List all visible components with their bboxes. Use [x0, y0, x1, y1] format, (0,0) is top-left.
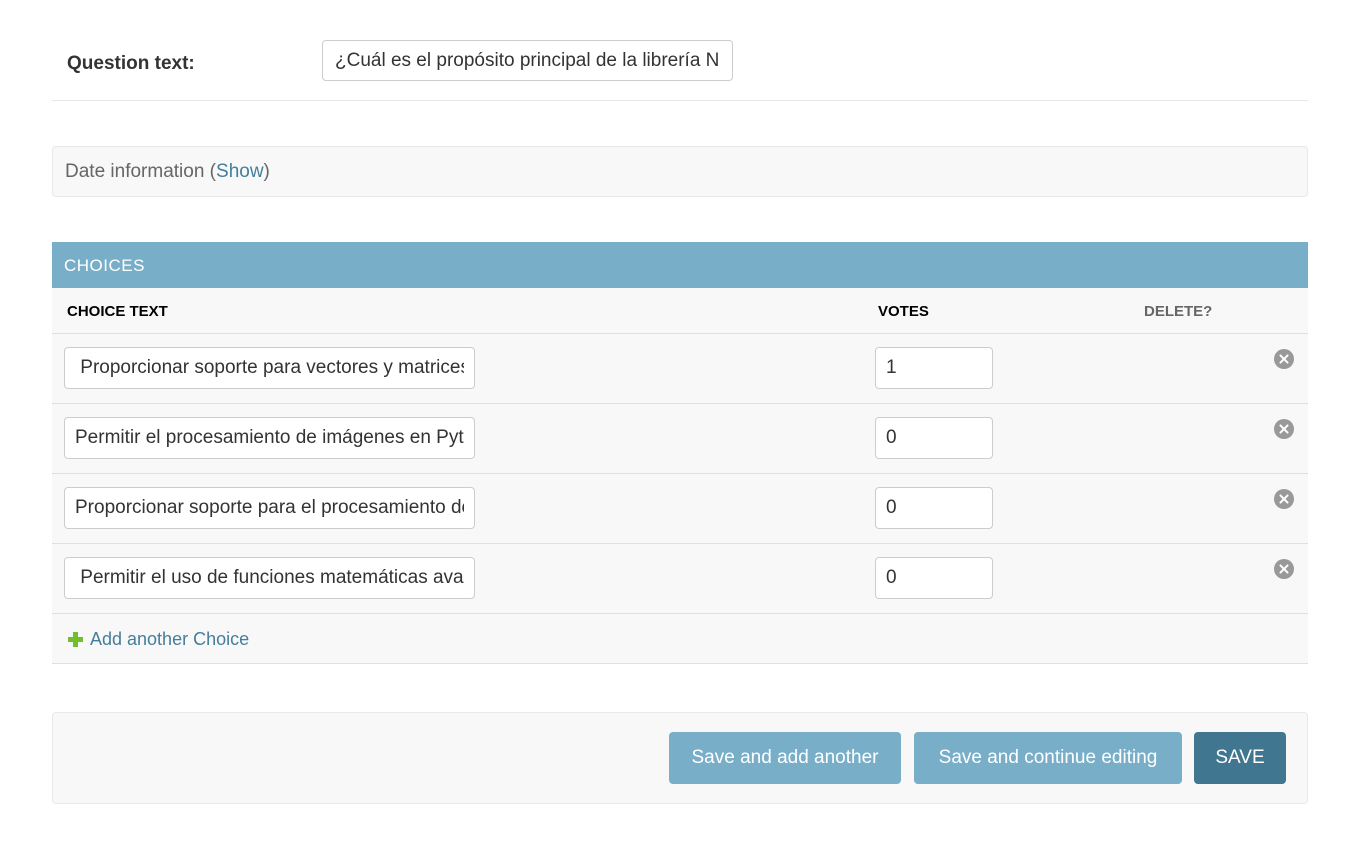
- delete-row-icon[interactable]: [1274, 559, 1294, 579]
- choice-text-input[interactable]: [64, 417, 475, 459]
- choice-row: [52, 544, 1308, 614]
- save-button[interactable]: SAVE: [1194, 732, 1286, 784]
- choices-table: CHOICE TEXT VOTES DELETE? Ad: [52, 288, 1308, 664]
- save-and-continue-editing-button[interactable]: Save and continue editing: [914, 732, 1182, 784]
- submit-row: Save and add another Save and continue e…: [52, 712, 1308, 804]
- choice-row: [52, 404, 1308, 474]
- votes-input[interactable]: [875, 487, 993, 529]
- votes-input[interactable]: [875, 417, 993, 459]
- delete-row-icon[interactable]: [1274, 489, 1294, 509]
- date-information-heading: Date information (Show): [65, 161, 270, 183]
- votes-input[interactable]: [875, 557, 993, 599]
- date-information-fieldset: Date information (Show): [52, 146, 1308, 197]
- add-row: Add another Choice: [52, 614, 1308, 664]
- question-row: Question text:: [52, 20, 1308, 101]
- add-another-choice-label: Add another Choice: [90, 629, 250, 649]
- plus-icon: [68, 632, 83, 647]
- show-date-information-link[interactable]: Show: [216, 161, 264, 182]
- delete-row-icon[interactable]: [1274, 349, 1294, 369]
- date-information-label: Date information (: [65, 161, 217, 182]
- delete-row-icon[interactable]: [1274, 419, 1294, 439]
- question-text-label: Question text:: [67, 53, 195, 74]
- votes-input[interactable]: [875, 347, 993, 389]
- choice-text-input[interactable]: [64, 557, 475, 599]
- date-information-close-paren: ): [263, 161, 270, 182]
- choice-text-input[interactable]: [64, 347, 475, 389]
- choice-row: [52, 474, 1308, 544]
- column-header-delete: DELETE?: [1144, 303, 1213, 320]
- choice-row: [52, 334, 1308, 404]
- choices-header: CHOICES: [52, 242, 1308, 288]
- choice-text-input[interactable]: [64, 487, 475, 529]
- question-text-input[interactable]: [322, 40, 733, 81]
- choices-table-header: CHOICE TEXT VOTES DELETE?: [52, 288, 1308, 334]
- column-header-choice-text: CHOICE TEXT: [67, 303, 168, 320]
- add-another-choice-link[interactable]: Add another Choice: [68, 629, 249, 650]
- choices-inline: CHOICES CHOICE TEXT VOTES DELETE? Propor…: [52, 242, 1308, 664]
- save-and-add-another-button[interactable]: Save and add another: [669, 732, 901, 784]
- column-header-votes: VOTES: [878, 303, 929, 320]
